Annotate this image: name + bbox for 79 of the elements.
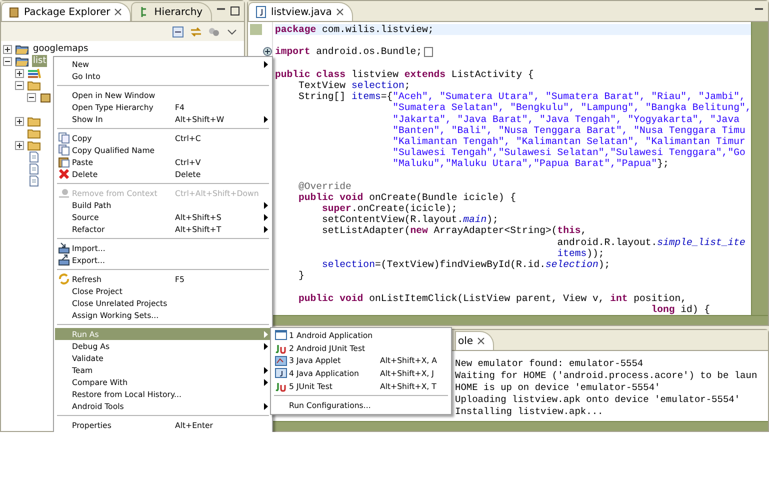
code-line: android.R.layout.simple_list_ite: [556, 236, 746, 248]
console-line: HOME is up on device 'emulator-5554': [455, 382, 662, 394]
delete-icon: [58, 168, 70, 180]
folded-code-marker[interactable]: [424, 46, 433, 57]
tab-label: listview.java: [271, 6, 332, 18]
code-line: "Sulawesi Tengah","Sulawesi Selatan","Sulawesi Tenggara","Go: [392, 147, 746, 158]
submenu-arrow-icon: [264, 116, 268, 122]
folder-icon: [27, 139, 41, 151]
view-tab[interactable]: Package Explorer: [1, 2, 132, 21]
code-line: String[] items={"Aceh", "Sumatera Utara", "Sumatera Barat", "Riau", "Jambi",: [298, 91, 746, 102]
folder-icon: [27, 115, 41, 127]
close-icon[interactable]: [477, 337, 486, 345]
folder-icon: [27, 79, 41, 91]
code-line: "Sumatera Selatan", "Bengkulu", "Lampung", "Bangka Belitung",: [392, 102, 751, 114]
code-line: @Override: [298, 180, 352, 192]
code-line: public class listview extends ListActivity {: [275, 68, 535, 80]
close-icon[interactable]: [336, 8, 344, 16]
junit-icon: [274, 342, 286, 354]
library-icon: [27, 67, 41, 79]
file-icon: [27, 163, 41, 175]
copy-icon: [58, 132, 70, 144]
code-line: super.onCreate(icicle);: [321, 203, 458, 214]
expand-toggle[interactable]: [15, 140, 24, 150]
code-line: public void onCreate(Bundle icicle) {: [298, 192, 518, 203]
clipboard-icon: [58, 156, 70, 168]
code-line: "Banten", "Bali", "Nusa Tenggara Barat", "Nusa Tenggara Timu: [392, 124, 746, 136]
folder-icon: [27, 127, 41, 139]
package-icon: [8, 6, 20, 18]
maximize-icon[interactable]: [230, 6, 240, 16]
code-line: setListAdapter(new ArrayAdapter<String>(this,: [321, 225, 588, 237]
tab-label: Hierarchy: [154, 6, 203, 18]
code-line: selection=(TextView)findViewById(R.id.selection);: [321, 258, 612, 270]
junit-icon: [274, 380, 286, 392]
view-tab[interactable]: Hierarchy: [131, 2, 212, 21]
console-line: Uploading listview.apk onto device 'emulator-5554': [455, 394, 742, 406]
java-app-icon: [274, 367, 286, 380]
import-icon: [58, 242, 70, 254]
submenu-arrow-icon: [264, 402, 268, 410]
collapse-all-icon[interactable]: [172, 26, 184, 38]
collapse-toggle[interactable]: [3, 56, 12, 66]
file-icon: [27, 151, 41, 163]
expand-toggle[interactable]: [15, 116, 24, 126]
remove-icon: [58, 187, 70, 199]
submenu-arrow-icon: [264, 60, 268, 68]
collapse-toggle[interactable]: [27, 92, 36, 102]
code-line: setContentView(R.layout.main);: [321, 214, 500, 226]
code-line: "Kalimantan Tengah", "Kalimantan Selatan", "Kalimantan Timur: [392, 136, 746, 148]
refresh-icon: [58, 273, 70, 285]
code-line: "Maluku","Maluku Utara","Papua Barat","Papua"};: [392, 158, 670, 170]
code-line: items));: [556, 248, 606, 259]
editor-tab[interactable]: listview.java: [248, 2, 353, 21]
collapse-toggle[interactable]: [15, 80, 24, 90]
export-icon: [58, 254, 70, 266]
code-line: TextView selection;: [298, 80, 412, 92]
tab-label: Package Explorer: [24, 6, 110, 18]
code-line: }: [298, 270, 306, 282]
console-line: Installing listview.apk...: [455, 406, 604, 418]
close-icon[interactable]: [114, 8, 122, 16]
package-icon: [39, 91, 53, 103]
vertical-scrollbar[interactable]: [751, 22, 768, 315]
code-line: public void onListItemClick(ListView parent, View v, int position,: [298, 292, 688, 304]
link-icon[interactable]: [190, 26, 202, 38]
expand-toggle[interactable]: [3, 44, 12, 54]
file-icon: [27, 175, 41, 187]
applet-icon: [274, 354, 286, 367]
console-line: New emulator found: emulator-5554: [455, 358, 644, 370]
console-line: Waiting for HOME ('android.process.acore') to be laun: [455, 370, 758, 382]
copy-icon: [58, 144, 70, 156]
console-tab[interactable]: ole: [455, 331, 494, 350]
project-folder-icon: [15, 55, 29, 67]
tab-label: ole: [458, 336, 474, 346]
expand-fold-icon[interactable]: [263, 47, 272, 56]
code-line: long id) {: [650, 304, 712, 315]
java-file-icon: [255, 6, 267, 18]
code-line: "Jakarta", "Java Barat", "Java Tengah", "Yogyakarta", "Java: [392, 114, 740, 125]
expand-toggle[interactable]: [15, 68, 24, 78]
code-line: import android.os.Bundle;: [275, 46, 751, 58]
project-folder-icon: [15, 43, 29, 55]
project-item[interactable]: googlemaps: [32, 43, 90, 55]
